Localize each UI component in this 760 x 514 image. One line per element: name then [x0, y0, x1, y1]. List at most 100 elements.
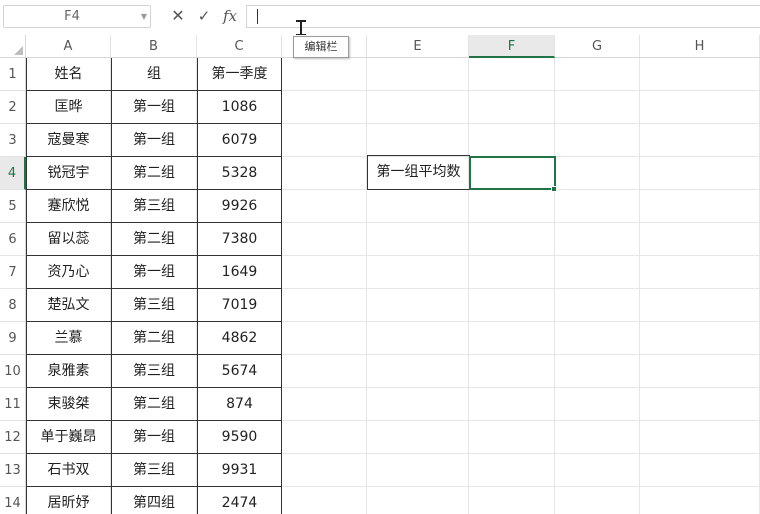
- table-cell[interactable]: 6079: [197, 124, 282, 157]
- column-header-e[interactable]: E: [367, 35, 469, 58]
- table-border-horizontal: [26, 321, 282, 322]
- check-icon[interactable]: ✓: [196, 5, 212, 27]
- ibeam-cursor-icon: [296, 20, 306, 36]
- table-border-vertical: [111, 58, 112, 514]
- table-cell[interactable]: 第一组: [111, 124, 197, 157]
- table-cell[interactable]: 蹇欣悦: [26, 190, 111, 223]
- table-cell[interactable]: 第一组: [111, 256, 197, 289]
- table-cell[interactable]: 第一组: [111, 421, 197, 454]
- table-border-horizontal: [26, 453, 282, 454]
- table-cell[interactable]: 1086: [197, 91, 282, 124]
- row-header-6[interactable]: 6: [0, 223, 26, 256]
- column-header-a[interactable]: A: [26, 35, 111, 58]
- row-header-2[interactable]: 2: [0, 91, 26, 124]
- table-border-horizontal: [26, 486, 282, 487]
- table-cell[interactable]: 寇曼寒: [26, 124, 111, 157]
- table-cell[interactable]: 7380: [197, 223, 282, 256]
- table-border-horizontal: [26, 354, 282, 355]
- chevron-down-icon[interactable]: ▼: [141, 12, 147, 21]
- table-cell[interactable]: 束骏桀: [26, 388, 111, 421]
- table-border-horizontal: [26, 189, 282, 190]
- table-header-cell[interactable]: 姓名: [26, 58, 111, 91]
- column-header-g[interactable]: G: [555, 35, 640, 58]
- table-cell[interactable]: 楚弘文: [26, 289, 111, 322]
- table-cell[interactable]: 1649: [197, 256, 282, 289]
- table-cell[interactable]: 单于巍昂: [26, 421, 111, 454]
- row-header-8[interactable]: 8: [0, 289, 26, 322]
- select-all-triangle-icon: [14, 46, 23, 55]
- table-border-horizontal: [26, 288, 282, 289]
- formula-bar-tooltip: 编辑栏: [293, 36, 349, 58]
- gridline-vertical: [468, 58, 469, 514]
- table-border-vertical: [197, 58, 198, 514]
- row-header-4[interactable]: 4: [0, 157, 26, 190]
- table-border-horizontal: [26, 90, 282, 91]
- row-header-1[interactable]: 1: [0, 58, 26, 91]
- table-cell[interactable]: 9590: [197, 421, 282, 454]
- row-header-13[interactable]: 13: [0, 454, 26, 487]
- table-cell[interactable]: 4862: [197, 322, 282, 355]
- formula-bar: F4 ▼ ✕ ✓ fx: [0, 0, 760, 34]
- select-all-corner[interactable]: [0, 35, 26, 58]
- name-box-value: F4: [64, 9, 80, 24]
- table-cell[interactable]: 5674: [197, 355, 282, 388]
- table-border-horizontal: [26, 255, 282, 256]
- row-header-11[interactable]: 11: [0, 388, 26, 421]
- table-cell[interactable]: 874: [197, 388, 282, 421]
- average-label-cell[interactable]: 第一组平均数: [367, 155, 470, 190]
- table-cell[interactable]: 第二组: [111, 388, 197, 421]
- table-cell[interactable]: 兰慕: [26, 322, 111, 355]
- table-border-vertical: [281, 58, 282, 514]
- table-header-cell[interactable]: 第一季度: [197, 58, 282, 91]
- table-cell[interactable]: 第二组: [111, 223, 197, 256]
- table-border-horizontal: [26, 387, 282, 388]
- column-header-h[interactable]: H: [640, 35, 760, 58]
- fill-handle[interactable]: [551, 186, 557, 192]
- row-header-12[interactable]: 12: [0, 421, 26, 454]
- column-header-c[interactable]: C: [197, 35, 282, 58]
- table-cell[interactable]: 居昕妤: [26, 487, 111, 514]
- table-border-horizontal: [26, 156, 282, 157]
- column-header-f[interactable]: F: [469, 35, 555, 58]
- table-cell[interactable]: 匡晔: [26, 91, 111, 124]
- gridline-vertical: [554, 58, 555, 514]
- insert-function-button[interactable]: fx: [220, 5, 240, 27]
- table-cell[interactable]: 锐冠宇: [26, 157, 111, 190]
- table-border-horizontal: [26, 222, 282, 223]
- table-border-vertical: [26, 58, 27, 514]
- active-cell-f4[interactable]: [469, 156, 556, 190]
- table-cell[interactable]: 第三组: [111, 355, 197, 388]
- table-border-horizontal: [26, 420, 282, 421]
- name-box[interactable]: F4 ▼: [3, 5, 151, 28]
- table-cell[interactable]: 第一组: [111, 91, 197, 124]
- table-cell[interactable]: 资乃心: [26, 256, 111, 289]
- column-header-b[interactable]: B: [111, 35, 197, 58]
- table-cell[interactable]: 第四组: [111, 487, 197, 514]
- row-header-7[interactable]: 7: [0, 256, 26, 289]
- row-header-5[interactable]: 5: [0, 190, 26, 223]
- table-cell[interactable]: 5328: [197, 157, 282, 190]
- table-cell[interactable]: 第三组: [111, 454, 197, 487]
- table-cell[interactable]: 石书双: [26, 454, 111, 487]
- row-header-10[interactable]: 10: [0, 355, 26, 388]
- text-caret: [257, 9, 258, 24]
- gridline-vertical: [366, 58, 367, 514]
- row-header-3[interactable]: 3: [0, 124, 26, 157]
- table-cell[interactable]: 第三组: [111, 289, 197, 322]
- table-border-horizontal: [26, 123, 282, 124]
- table-cell[interactable]: 7019: [197, 289, 282, 322]
- gridline-vertical: [639, 58, 640, 514]
- close-icon[interactable]: ✕: [170, 5, 186, 27]
- table-cell[interactable]: 第三组: [111, 190, 197, 223]
- table-cell[interactable]: 留以蕊: [26, 223, 111, 256]
- table-header-cell[interactable]: 组: [111, 58, 197, 91]
- table-cell[interactable]: 9926: [197, 190, 282, 223]
- table-cell[interactable]: 第二组: [111, 322, 197, 355]
- formula-input[interactable]: [246, 5, 760, 28]
- table-cell[interactable]: 泉雅素: [26, 355, 111, 388]
- row-header-9[interactable]: 9: [0, 322, 26, 355]
- table-cell[interactable]: 9931: [197, 454, 282, 487]
- table-cell[interactable]: 2474: [197, 487, 282, 514]
- table-cell[interactable]: 第二组: [111, 157, 197, 190]
- row-header-14[interactable]: 14: [0, 487, 26, 514]
